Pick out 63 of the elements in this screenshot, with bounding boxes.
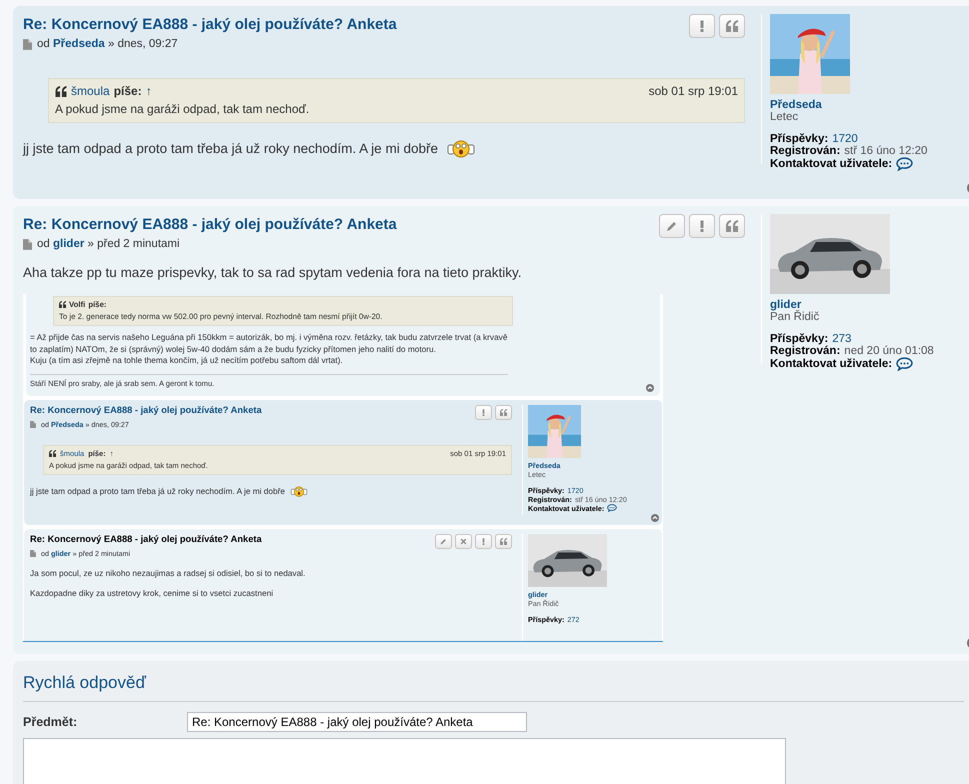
post-title[interactable]: Re: Koncernový EA888 - jaký olej používáte? Anketa <box>23 216 397 233</box>
author-link[interactable]: glider <box>53 238 84 250</box>
post-text: jj jste tam odpad a proto tam třeba já už roky nechodím. A je mi dobře <box>30 486 286 496</box>
stat-label: Příspěvky: <box>770 333 828 345</box>
post-text: Ja som pocul, ze uz nikoho nezaujimas a radsej si odisiel, bo si to nedaval. <box>30 568 306 578</box>
subject-field[interactable]: Re: Koncernový EA888 - jaký olej používáte? Anketa <box>187 712 527 732</box>
quote-button[interactable] <box>719 14 745 38</box>
chat-bubble-icon[interactable] <box>896 357 914 371</box>
user-rank: Letec <box>770 111 800 123</box>
quote-text: A pokud jsme na garáži odpad, tak tam nechoď. <box>55 102 310 116</box>
author-link[interactable]: Předseda <box>53 38 105 50</box>
pencil-icon <box>666 220 678 232</box>
quote-date: sob 01 srp 19:01 <box>648 84 738 98</box>
back-to-top-icon[interactable] <box>646 384 654 392</box>
contact-label: Kontaktovat uživatele: <box>770 358 892 370</box>
quote-icon <box>726 20 738 32</box>
report-button[interactable] <box>689 214 715 238</box>
pencil-icon <box>440 538 447 545</box>
quote-button[interactable] <box>719 214 745 238</box>
stat-value: 1720 <box>832 133 858 145</box>
username-link[interactable]: Předseda <box>770 99 960 111</box>
chat-bubble-icon <box>607 504 618 512</box>
subject-label: Předmět: <box>23 715 78 729</box>
post-title: Re: Koncernový EA888 - jaký olej používáte? Anketa <box>30 534 262 544</box>
exclamation-icon <box>480 408 487 416</box>
post-meta: od glider » před 2 minutami <box>37 238 180 250</box>
post-title[interactable]: Re: Koncernový EA888 - jaký olej používáte? Anketa <box>23 16 397 33</box>
quote-source-link[interactable]: ↑ <box>146 84 152 98</box>
edit-button[interactable] <box>659 214 685 238</box>
quote-icon <box>726 220 738 232</box>
quote-icon <box>500 408 507 416</box>
exclamation-icon <box>480 538 487 545</box>
quote-author-link[interactable]: šmoula <box>71 84 110 98</box>
user-rank: Pan Řidič <box>770 311 820 323</box>
contact-label: Kontaktovat uživatele: <box>770 158 892 170</box>
post-text: Aha takze pp tu maze prispevky, tak to sa rad spytam vedenia fora na tieto praktiky. <box>23 265 522 280</box>
post-text: Kuju (a tím asi zřejmě na tohle thema končím, já už necítím potřebu saftom dál vrtat). <box>30 355 344 367</box>
close-icon <box>460 538 467 545</box>
stat-label: Registrován: <box>770 345 840 357</box>
stat-label: Registrován: <box>770 145 840 157</box>
quote-icon <box>49 450 56 457</box>
stat-value: ned 20 úno 01:08 <box>844 345 934 357</box>
quote-icon <box>59 301 66 308</box>
quote-icon <box>500 538 507 545</box>
post-text: Kazdopadne diky za ustretovy krok, cenime si to vsetci zucastneni <box>30 588 274 598</box>
document-icon <box>23 238 32 250</box>
document-icon <box>30 420 36 428</box>
report-button[interactable] <box>689 14 715 38</box>
post-meta: od Předseda » dnes, 09:27 <box>37 38 178 50</box>
quote-label: píše: <box>114 84 142 98</box>
post-text: jj jste tam odpad a proto tam třeba já už roky nechodím. A je mi dobře <box>23 140 438 156</box>
stat-value: stř 16 úno 12:20 <box>844 145 928 157</box>
username-link[interactable]: glider <box>770 299 960 311</box>
reply-heading: Rychlá odpověď <box>23 673 964 702</box>
chat-bubble-icon[interactable] <box>896 157 914 171</box>
quote-icon <box>55 86 67 96</box>
post-title: Re: Koncernový EA888 - jaký olej používáte? Anketa <box>30 404 262 415</box>
post-text: = Až přijde čas na servis našeho Leguána při 150kkm = autorizák, bo mj. i výměna rozv. řetázky, tak budu zatvrzele trvat (a krvavě to zaplatím) NATOm, že si (správný) wolej 5w-40 dodám sám a že budu fyzicky přítomen jeho nalití do motoru. <box>30 332 508 356</box>
document-icon <box>23 38 32 50</box>
back-to-top-icon <box>651 514 659 522</box>
stat-value: 273 <box>832 333 852 345</box>
document-icon <box>30 550 36 557</box>
stat-label: Příspěvky: <box>770 133 828 145</box>
